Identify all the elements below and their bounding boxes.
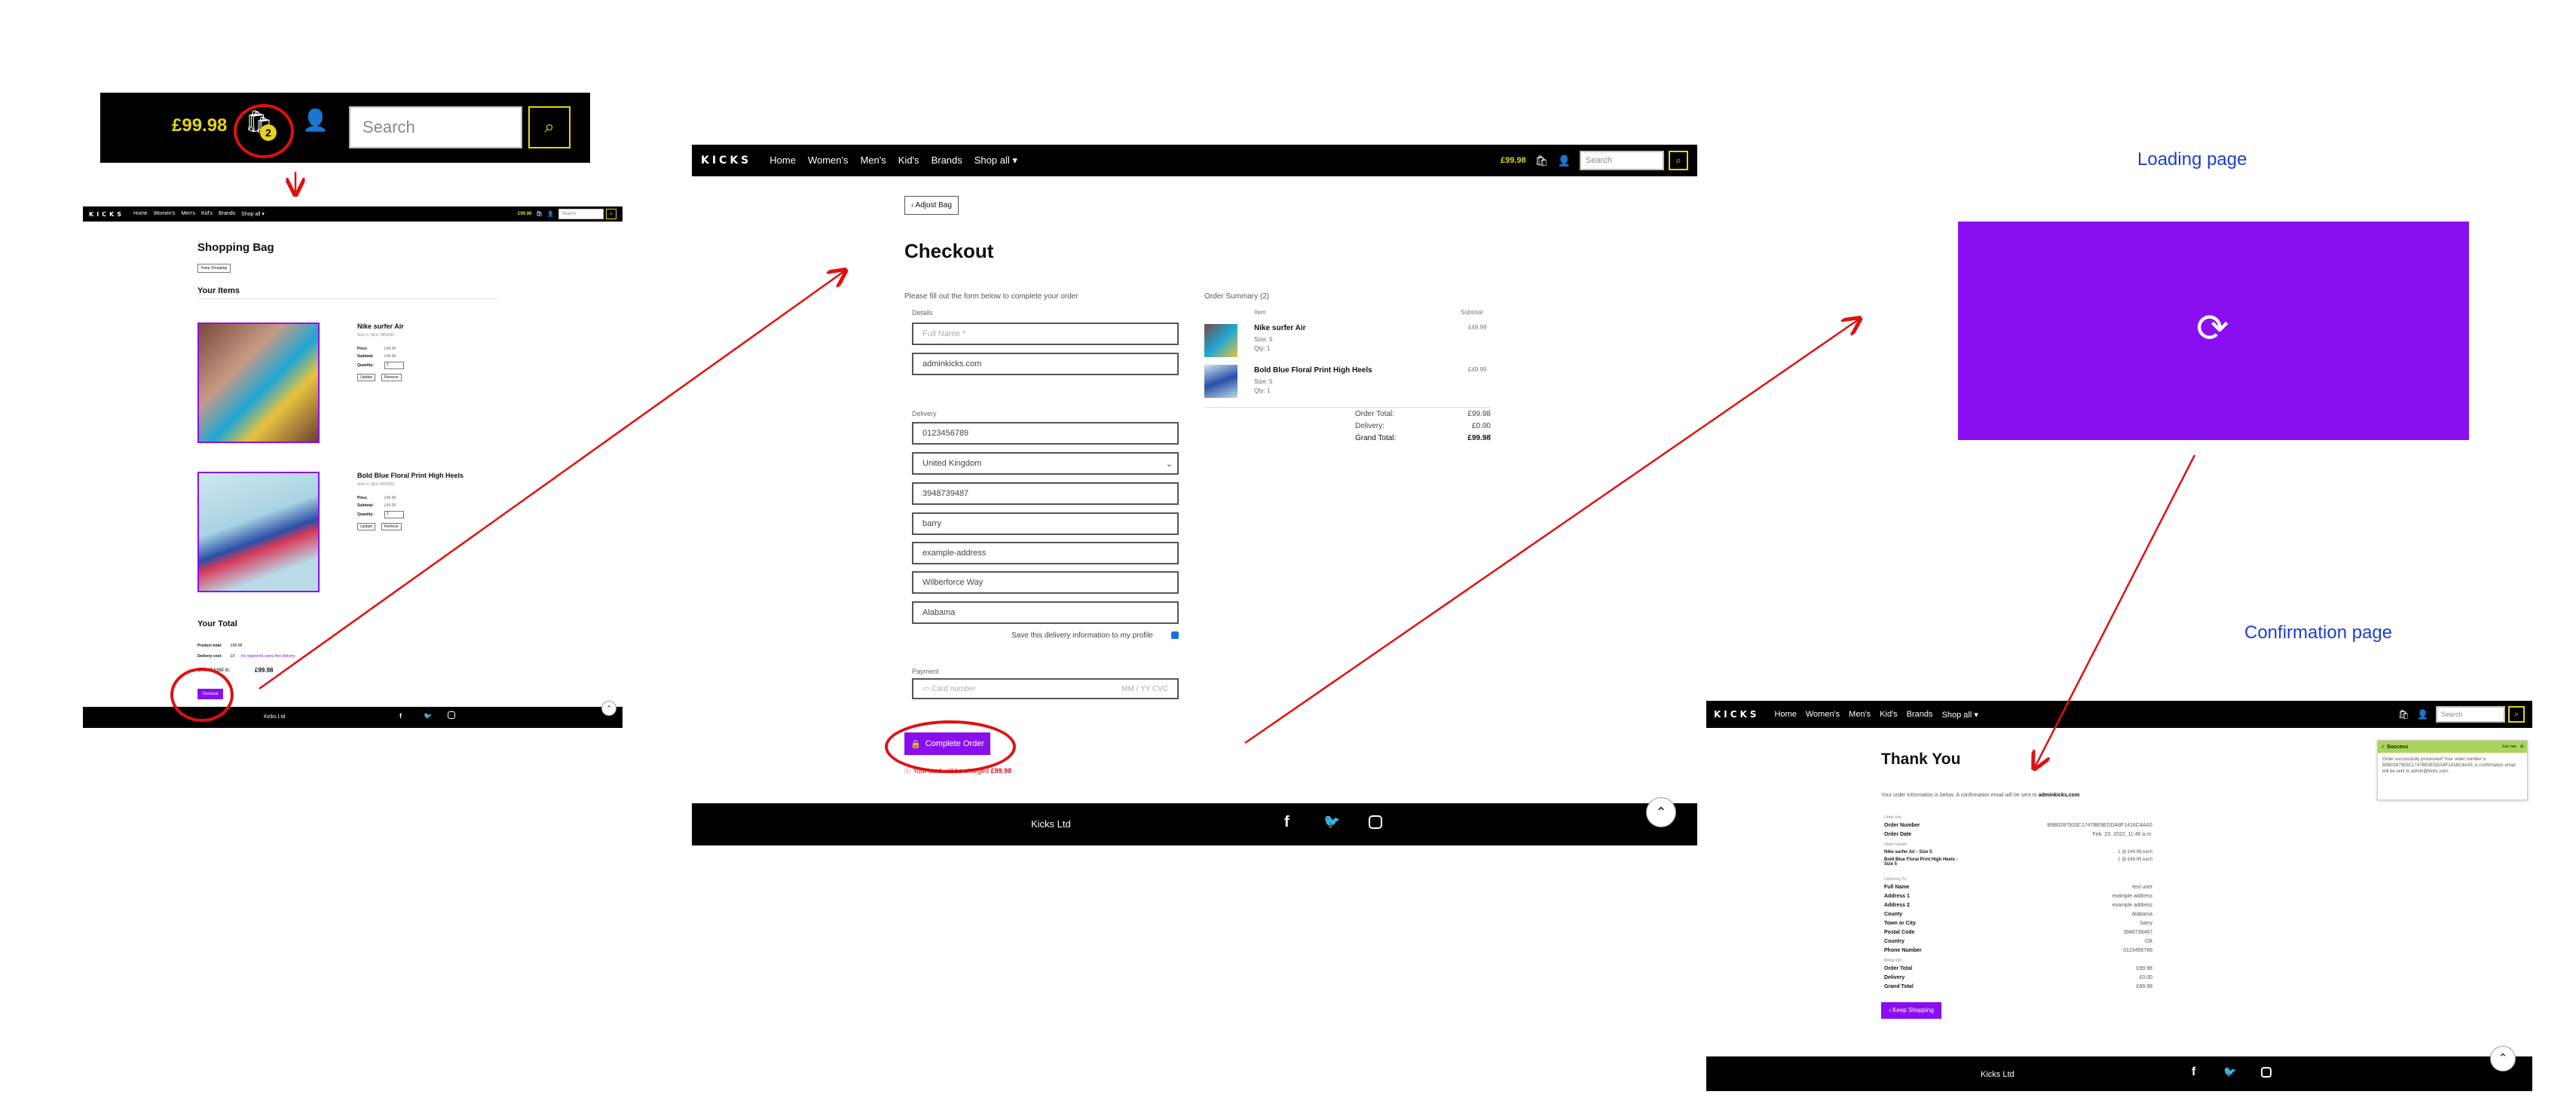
arrow-checkout-to-loading	[1244, 319, 1859, 744]
flow-arrows	[259, 172, 2196, 1119]
arrow-bag-to-checkout	[259, 271, 844, 690]
arrow-loading-to-confirmation	[2035, 454, 2196, 767]
